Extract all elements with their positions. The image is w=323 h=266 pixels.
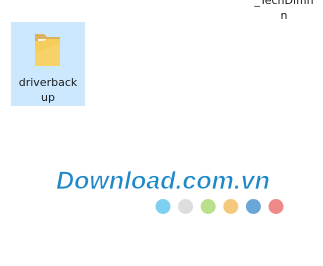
- watermark-dot: [268, 199, 284, 214]
- desktop-item-driverbackup-label: driverback up: [18, 76, 78, 104]
- watermark-dot: [200, 199, 216, 214]
- watermark-dots: [155, 199, 284, 214]
- watermark-logo-text: Download.com.vn: [56, 167, 270, 195]
- desktop-item-driverbackup[interactable]: driverback up: [11, 22, 85, 106]
- desktop-item-partial-label: _TechDiffin n: [254, 0, 314, 22]
- watermark-dot: [155, 199, 171, 214]
- desktop-item-partial[interactable]: _TechDiffin n: [250, 0, 318, 23]
- folder-icon: [35, 34, 60, 66]
- watermark-dot: [178, 199, 194, 214]
- watermark-logo: Download.com.vn: [56, 167, 284, 214]
- desktop: _TechDiffin n driverback up Download.com…: [0, 0, 323, 266]
- watermark-dot: [245, 199, 261, 214]
- watermark-dot: [223, 199, 239, 214]
